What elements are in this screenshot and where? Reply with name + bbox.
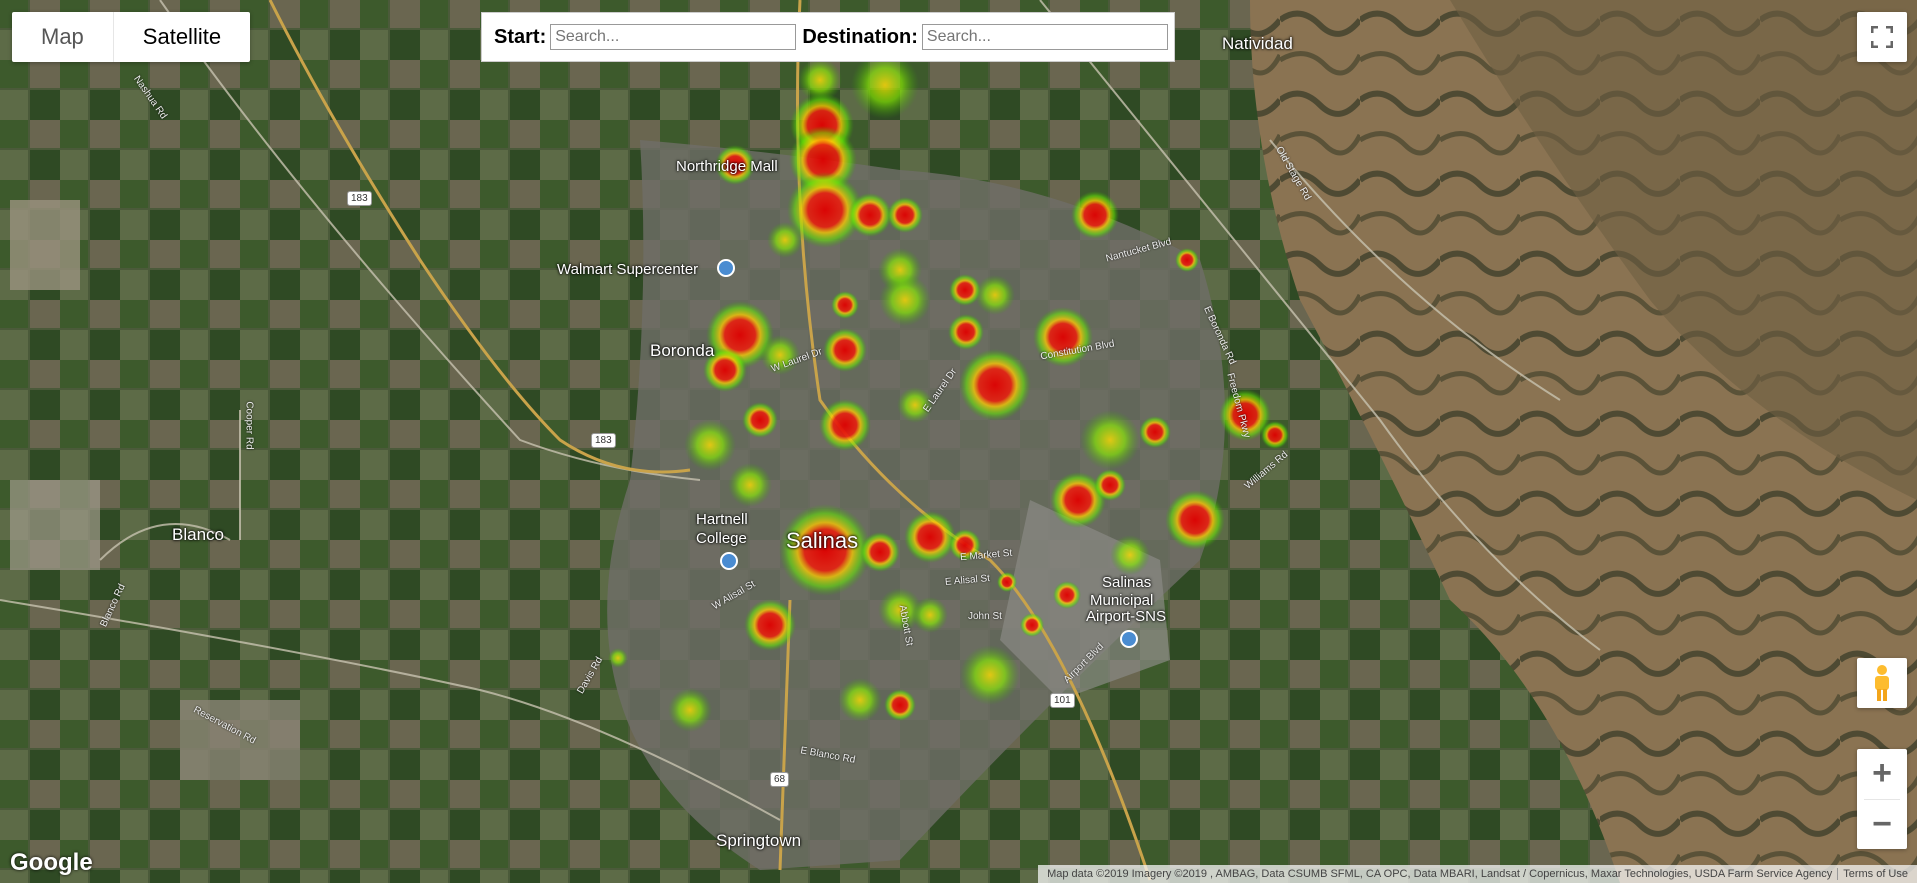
attribution-bar: Map data ©2019 Imagery ©2019 , AMBAG, Da…	[1038, 865, 1917, 883]
place-label: Boronda	[650, 341, 715, 360]
route-shield: 183	[347, 191, 372, 206]
street-view-button[interactable]	[1857, 658, 1907, 708]
route-shield: 68	[770, 772, 790, 787]
road-label: John St	[968, 611, 1002, 622]
route-shield: 183	[591, 433, 616, 448]
place-label: Salinas	[786, 528, 859, 553]
start-label: Start:	[494, 25, 547, 48]
place-label: College	[696, 530, 747, 547]
pegman-icon	[1875, 665, 1889, 701]
fullscreen-button[interactable]	[1857, 12, 1907, 62]
place-label: Blanco	[172, 525, 224, 544]
airport-poi-icon[interactable]	[1120, 630, 1138, 648]
start-search-input[interactable]	[550, 24, 797, 50]
place-label: Salinas	[1102, 574, 1152, 591]
destination-label: Destination:	[802, 25, 918, 48]
school-poi-icon[interactable]	[720, 552, 738, 570]
place-label: Municipal	[1090, 592, 1154, 609]
route-shield: 101	[1050, 693, 1075, 708]
fullscreen-icon	[1871, 26, 1893, 48]
map-type-control: Map Satellite	[12, 12, 251, 62]
route-search-panel: Start: Destination:	[481, 12, 1175, 62]
shopping-poi-icon[interactable]	[717, 259, 735, 277]
place-label: Natividad	[1222, 34, 1293, 53]
place-label: Springtown	[716, 831, 802, 850]
map-data-attribution: Map data ©2019 Imagery ©2019 , AMBAG, Da…	[1047, 868, 1833, 880]
place-label: Airport-SNS	[1086, 608, 1167, 625]
map-type-satellite-button[interactable]: Satellite	[112, 12, 250, 62]
google-logo: Google	[10, 849, 93, 876]
terms-of-use-link[interactable]: Terms of Use	[1837, 868, 1913, 880]
zoom-out-button[interactable]: −	[1857, 799, 1907, 849]
satellite-map[interactable]	[0, 0, 1917, 883]
destination-search-input[interactable]	[921, 24, 1168, 50]
zoom-control: + −	[1857, 749, 1907, 849]
place-label: Hartnell	[696, 511, 748, 528]
road-label: Cooper Rd	[243, 401, 255, 450]
map-type-map-button[interactable]: Map	[12, 12, 113, 62]
place-label: Walmart Supercenter	[557, 261, 699, 278]
zoom-in-button[interactable]: +	[1857, 749, 1907, 799]
place-label: Northridge Mall	[676, 158, 778, 175]
